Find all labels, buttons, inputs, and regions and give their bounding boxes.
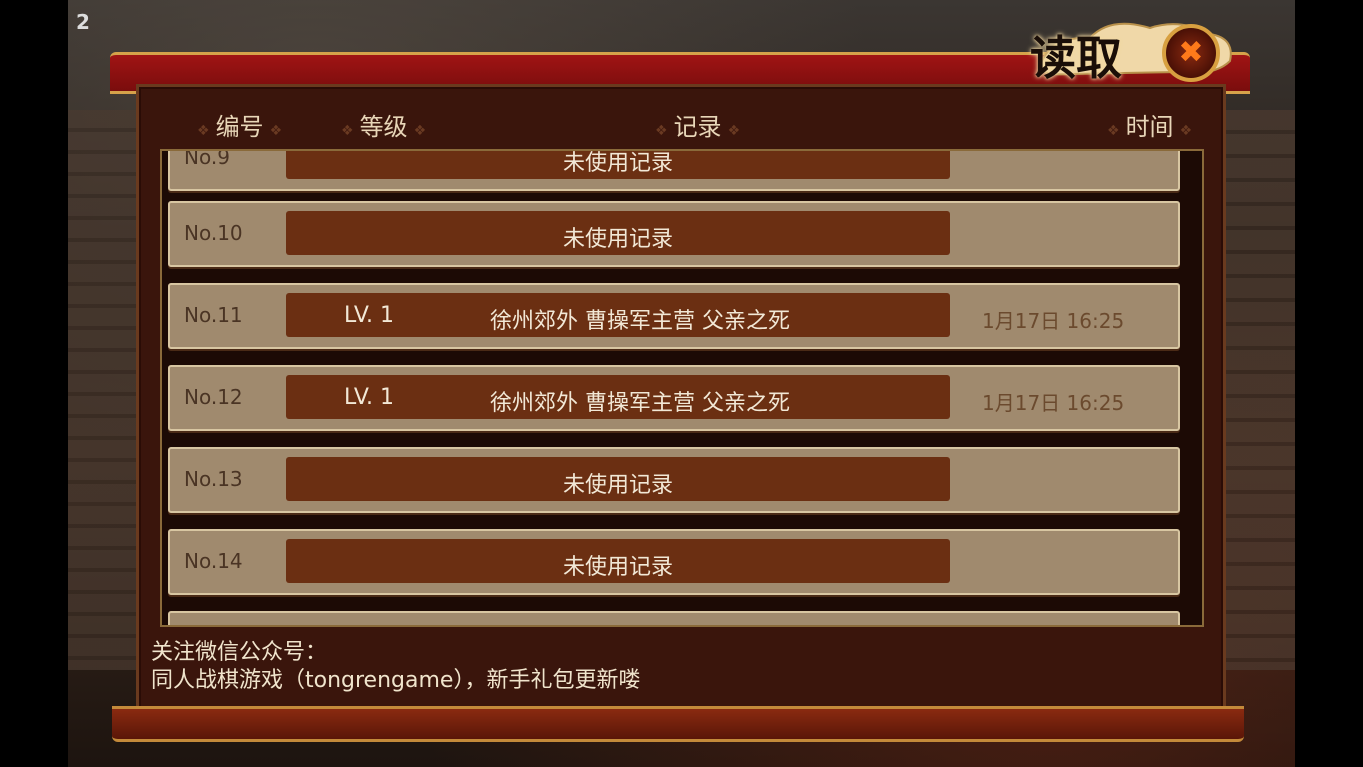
slot-number: No.11 — [184, 303, 243, 327]
close-x-icon: ✖ — [1178, 35, 1204, 70]
header-level: 等级 — [335, 107, 432, 142]
panel-bottom-scroll-bar — [112, 706, 1244, 742]
background-city-wall-left — [68, 110, 138, 670]
save-slot-row[interactable]: No.14 未使用记录 — [168, 529, 1180, 595]
background-city-wall-right — [1220, 110, 1295, 670]
slot-number: No.12 — [184, 385, 243, 409]
header-number: 编号 — [191, 107, 288, 142]
slot-number: No.14 — [184, 549, 243, 573]
save-slot-row[interactable]: No.11 LV. 1 徐州郊外 曹操军主营 父亲之死 1月17日 16:25 — [168, 283, 1180, 349]
slot-record: 徐州郊外 曹操军主营 父亲之死 — [490, 309, 790, 334]
slot-number: No.9 — [184, 149, 230, 169]
save-slot-list[interactable]: No.9 未使用记录 No.10 未使用记录 No.11 LV. 1 徐州郊外 … — [160, 149, 1204, 627]
slot-record: 未使用记录 — [562, 227, 673, 252]
header-time: 时间 — [1101, 107, 1198, 142]
save-slot-row-partial[interactable] — [168, 611, 1180, 625]
slot-record: 未使用记录 — [562, 555, 673, 580]
column-header: 编号 等级 记录 时间 — [139, 87, 1223, 149]
slot-record: 未使用记录 — [562, 473, 673, 498]
game-background: 2 编号 等级 记录 时间 No.9 未使用记录 No.10 未使用记录 No.… — [68, 0, 1295, 767]
footer-notice: 关注微信公众号： 同人战棋游戏（tongrengame），新手礼包更新喽 — [151, 639, 640, 695]
slot-number: No.13 — [184, 467, 243, 491]
footer-line-2: 同人战棋游戏（tongrengame），新手礼包更新喽 — [151, 668, 641, 693]
load-dialog-panel: 编号 等级 记录 时间 No.9 未使用记录 No.10 未使用记录 No.11… — [136, 84, 1226, 716]
footer-line-1: 关注微信公众号： — [151, 640, 328, 665]
save-slot-row[interactable]: No.10 未使用记录 — [168, 201, 1180, 267]
header-record: 记录 — [649, 107, 746, 142]
slot-time: 1月17日 16:25 — [982, 391, 1125, 415]
slot-level: LV. 1 — [344, 385, 395, 410]
close-button[interactable]: ✖ — [1162, 24, 1220, 82]
slot-level: LV. 1 — [344, 303, 395, 328]
save-slot-row[interactable]: No.12 LV. 1 徐州郊外 曹操军主营 父亲之死 1月17日 16:25 — [168, 365, 1180, 431]
save-slot-row[interactable]: No.9 未使用记录 — [168, 149, 1180, 191]
slot-record: 徐州郊外 曹操军主营 父亲之死 — [490, 391, 790, 416]
save-slot-row[interactable]: No.13 未使用记录 — [168, 447, 1180, 513]
slot-number: No.10 — [184, 221, 243, 245]
slot-record: 未使用记录 — [562, 151, 673, 176]
dialog-title: 读取 — [1030, 31, 1122, 85]
fps-counter: 2 — [76, 10, 90, 34]
slot-time: 1月17日 16:25 — [982, 309, 1125, 333]
